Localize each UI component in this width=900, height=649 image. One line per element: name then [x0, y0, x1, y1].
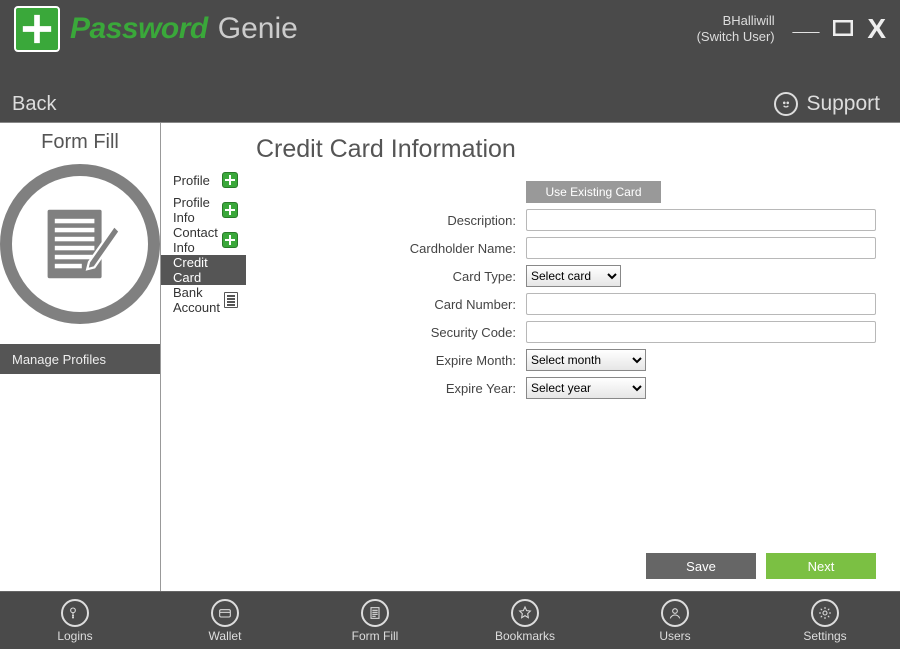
list-icon: [224, 292, 238, 308]
nav-settings[interactable]: Settings: [750, 592, 900, 649]
page-title: Credit Card Information: [256, 135, 876, 164]
label-expire-month: Expire Month:: [256, 353, 526, 368]
maximize-button[interactable]: [833, 15, 853, 43]
nav-label: Credit Card: [173, 255, 238, 285]
support-icon: [774, 92, 798, 116]
nav-logins[interactable]: Logins: [0, 592, 150, 649]
nav-item-credit-card[interactable]: Credit Card: [161, 255, 246, 285]
nav-form-fill[interactable]: Form Fill: [300, 592, 450, 649]
security-code-input[interactable]: [526, 321, 876, 343]
user-block: BHalliwill (Switch User): [697, 13, 775, 46]
key-icon: [61, 599, 89, 627]
minimize-button[interactable]: __: [793, 9, 820, 37]
nav-label: Settings: [803, 629, 846, 643]
action-row: Save Next: [256, 553, 876, 591]
manage-profiles-button[interactable]: Manage Profiles: [0, 344, 160, 374]
nav-item-profile[interactable]: Profile: [161, 165, 246, 195]
description-input[interactable]: [526, 209, 876, 231]
use-existing-card-button[interactable]: Use Existing Card: [526, 181, 661, 203]
label-expire-year: Expire Year:: [256, 381, 526, 396]
nav-label: Profile: [173, 173, 222, 188]
nav-label: Users: [659, 629, 690, 643]
nav-label: Wallet: [209, 629, 242, 643]
nav-label: Bookmarks: [495, 629, 555, 643]
app-logo-icon: [14, 6, 60, 52]
title-bar: Password Genie BHalliwill (Switch User) …: [0, 0, 900, 58]
sidebar: Form Fill Manage Profiles: [0, 123, 161, 591]
nav-label: Profile Info: [173, 195, 222, 225]
nav-label: Bank Account: [173, 285, 224, 315]
label-cardholder: Cardholder Name:: [256, 241, 526, 256]
switch-user-link[interactable]: (Switch User): [697, 29, 775, 45]
label-description: Description:: [256, 213, 526, 228]
label-security-code: Security Code:: [256, 325, 526, 340]
next-button[interactable]: Next: [766, 553, 876, 579]
save-button[interactable]: Save: [646, 553, 756, 579]
window-controls: __ X: [793, 13, 886, 45]
label-card-number: Card Number:: [256, 297, 526, 312]
plus-icon: [222, 232, 238, 248]
bottom-nav: Logins Wallet Form Fill Bookmarks Users …: [0, 591, 900, 649]
expire-year-select[interactable]: Select year: [526, 377, 646, 399]
sidebar-title: Form Fill: [0, 123, 160, 158]
nav-label: Contact Info: [173, 225, 222, 255]
nav-item-bank-account[interactable]: Bank Account: [161, 285, 246, 315]
gear-icon: [811, 599, 839, 627]
nav-users[interactable]: Users: [600, 592, 750, 649]
nav-label: Logins: [57, 629, 92, 643]
back-button[interactable]: Back: [12, 93, 56, 116]
support-label: Support: [806, 92, 880, 116]
plus-icon: [222, 202, 238, 218]
sub-bar: Back Support: [0, 58, 900, 122]
nav-label: Form Fill: [352, 629, 399, 643]
label-card-type: Card Type:: [256, 269, 526, 284]
form-fill-icon: [0, 164, 160, 324]
expire-month-select[interactable]: Select month: [526, 349, 646, 371]
nav-item-contact-info[interactable]: Contact Info: [161, 225, 246, 255]
nav-wallet[interactable]: Wallet: [150, 592, 300, 649]
sidebar-illustration: [0, 158, 160, 344]
support-button[interactable]: Support: [774, 92, 880, 116]
nav-bookmarks[interactable]: Bookmarks: [450, 592, 600, 649]
app-brand-1: Password: [70, 12, 208, 46]
form-sections-nav: Profile Profile Info Contact Info Credit…: [161, 123, 246, 591]
user-icon: [661, 599, 689, 627]
main-area: Form Fill Manage Profiles Profile: [0, 122, 900, 591]
close-button[interactable]: X: [867, 13, 886, 45]
card-number-input[interactable]: [526, 293, 876, 315]
card-type-select[interactable]: Select card: [526, 265, 621, 287]
form-icon: [361, 599, 389, 627]
content-panel: Credit Card Information Use Existing Car…: [246, 123, 900, 591]
app-brand-2: Genie: [218, 12, 298, 46]
nav-item-profile-info[interactable]: Profile Info: [161, 195, 246, 225]
wallet-icon: [211, 599, 239, 627]
username-label: BHalliwill: [697, 13, 775, 29]
star-icon: [511, 599, 539, 627]
plus-icon: [222, 172, 238, 188]
cardholder-input[interactable]: [526, 237, 876, 259]
